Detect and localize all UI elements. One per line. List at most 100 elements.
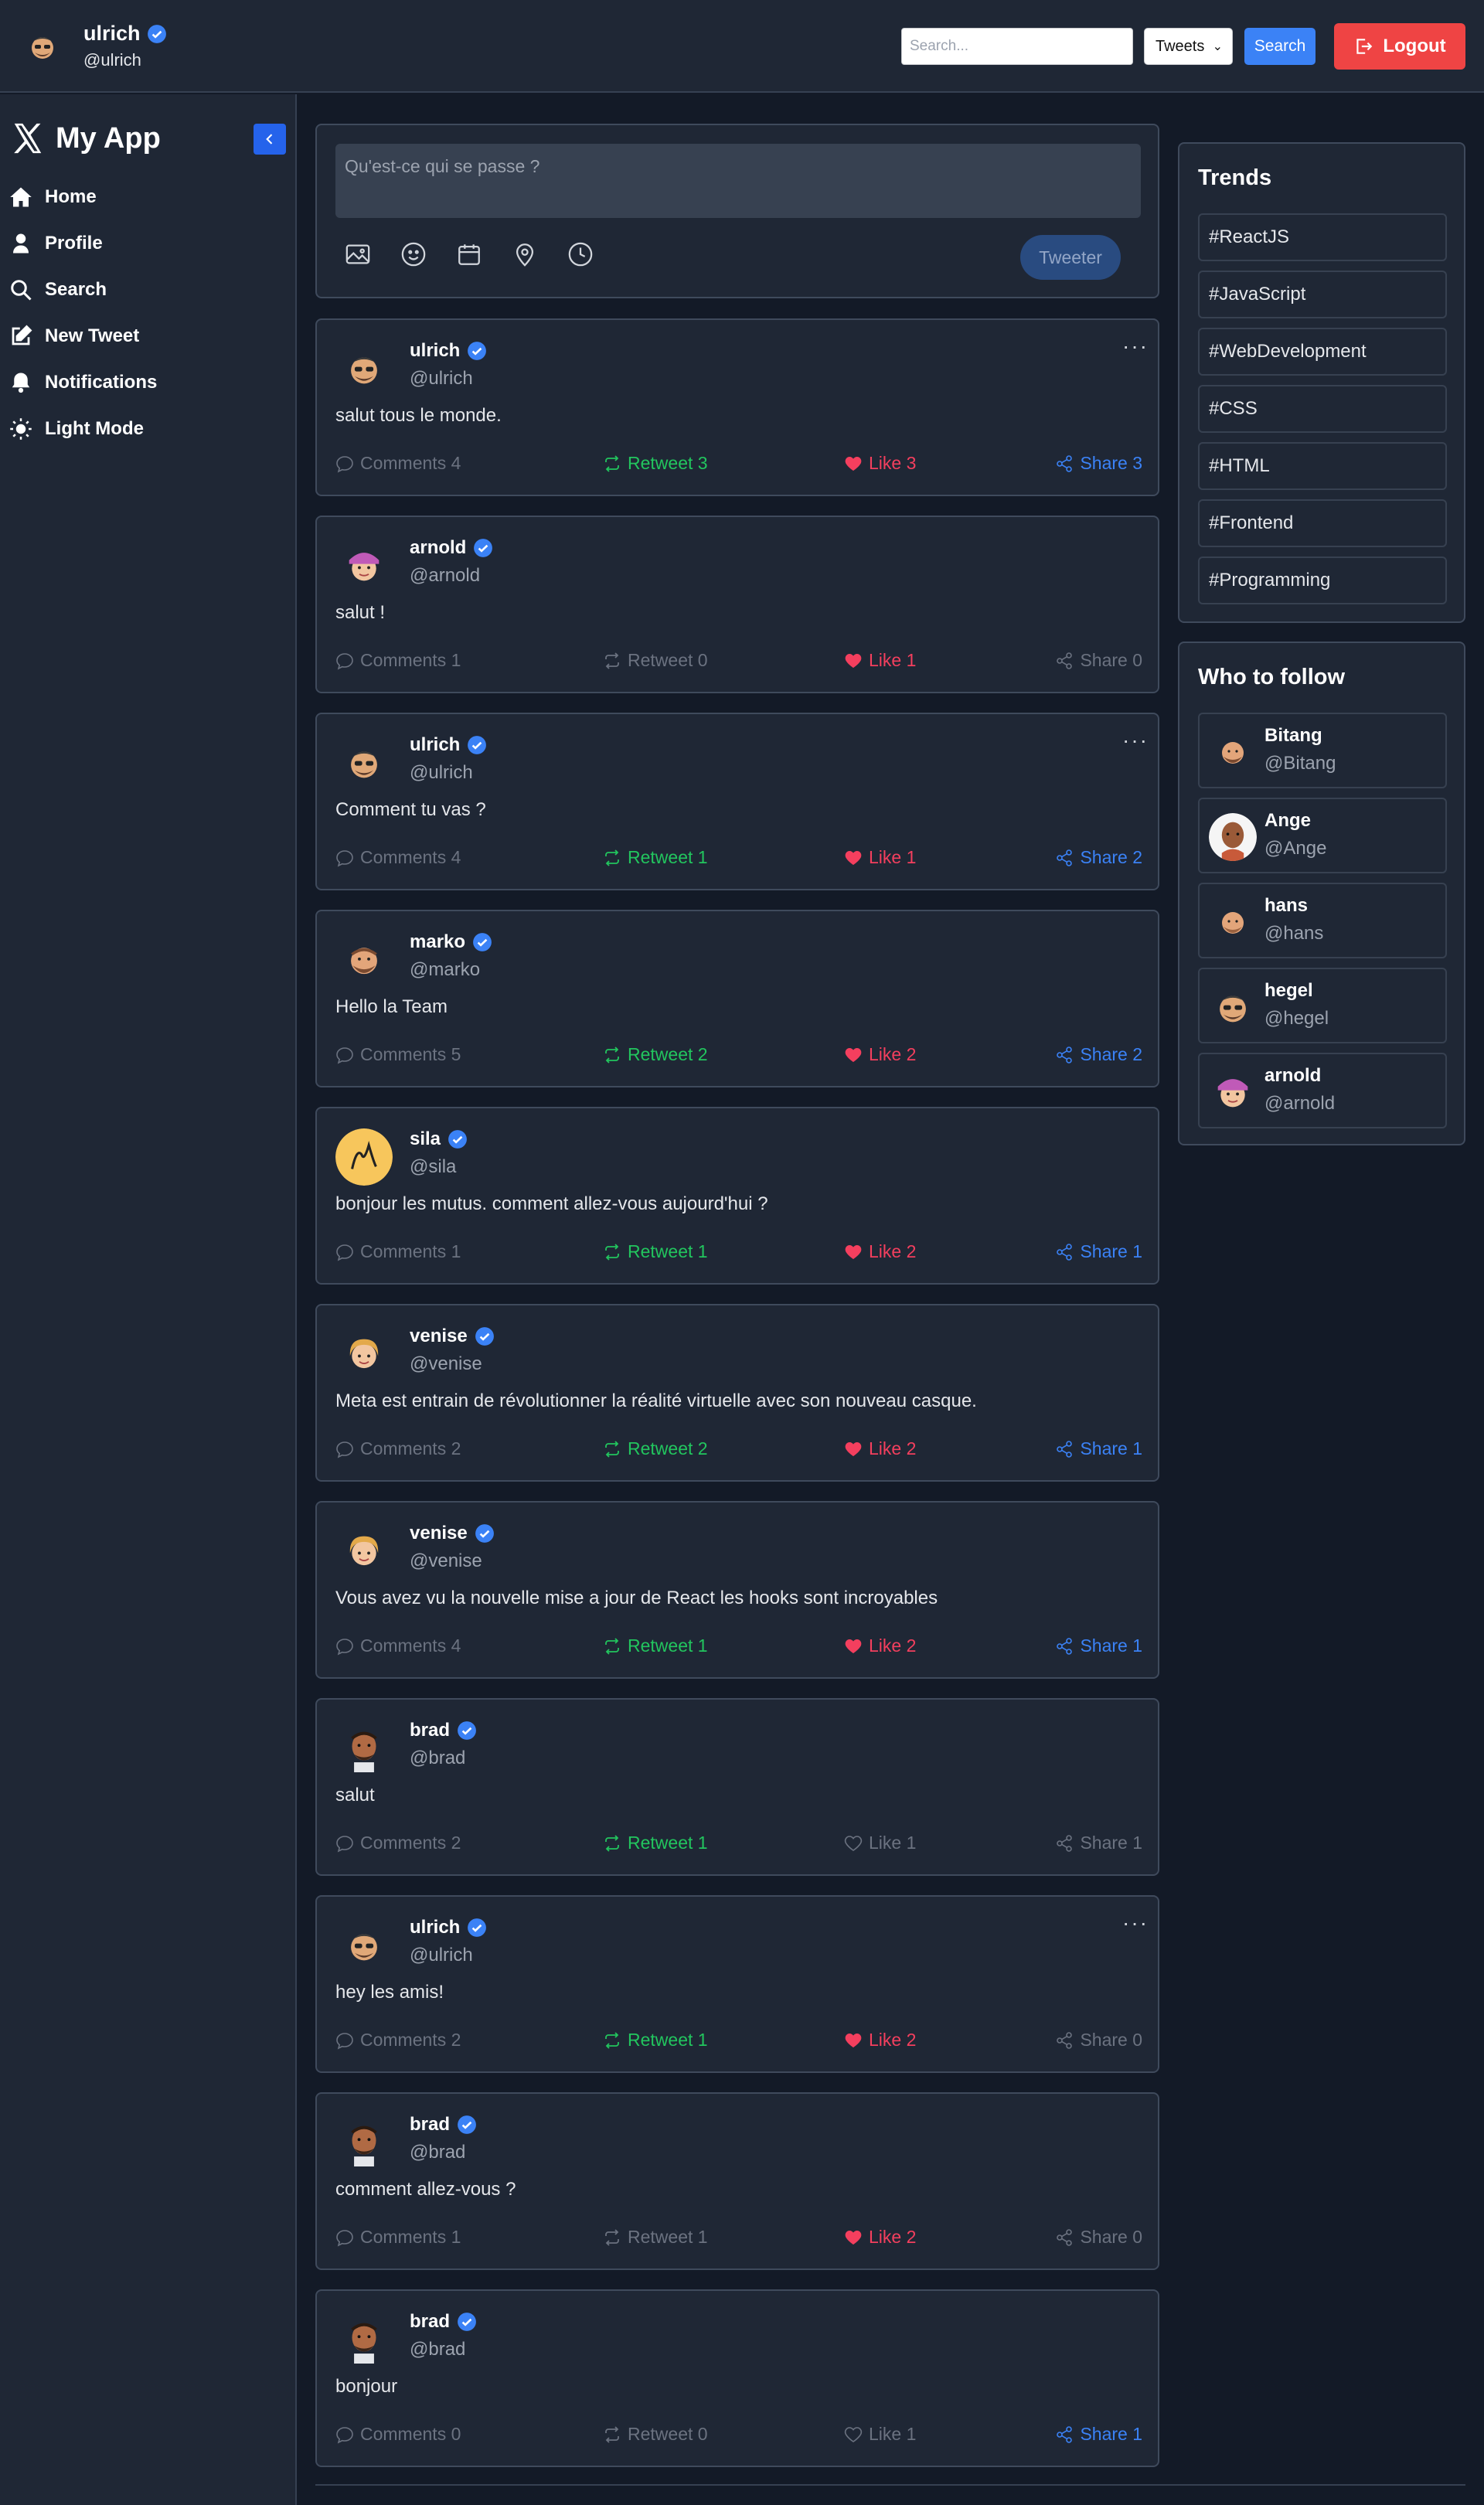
retweet-button[interactable]: Retweet 3 — [603, 453, 708, 474]
avatar[interactable] — [335, 1523, 393, 1580]
clock-icon[interactable] — [567, 241, 594, 267]
tweet-author-name[interactable]: brad — [410, 1720, 450, 1741]
header-avatar[interactable] — [17, 23, 68, 70]
avatar[interactable] — [335, 1720, 393, 1777]
image-icon[interactable] — [345, 241, 371, 267]
avatar[interactable] — [335, 1917, 393, 1974]
tweet-author-name[interactable]: marko — [410, 931, 465, 953]
avatar[interactable] — [1209, 898, 1257, 946]
comments-button[interactable]: Comments 2 — [335, 2030, 461, 2051]
comments-button[interactable]: Comments 1 — [335, 1241, 461, 1262]
comments-button[interactable]: Comments 5 — [335, 1044, 461, 1065]
retweet-button[interactable]: Retweet 1 — [603, 1635, 708, 1656]
like-button[interactable]: Like 1 — [844, 2424, 916, 2445]
search-input[interactable] — [901, 28, 1133, 65]
comments-button[interactable]: Comments 4 — [335, 453, 461, 474]
more-options-icon[interactable]: ··· — [1122, 1911, 1149, 1935]
comments-button[interactable]: Comments 2 — [335, 1438, 461, 1459]
avatar[interactable] — [1209, 983, 1257, 1031]
tweet-card[interactable]: ulrich @ulrich ··· salut tous le monde. Comm… — [315, 318, 1159, 496]
emoji-icon[interactable] — [400, 241, 427, 267]
calendar-icon[interactable] — [456, 241, 482, 267]
share-button[interactable]: Share 1 — [1055, 1635, 1142, 1656]
tweet-card[interactable]: venise @venise Meta est entrain de révolut… — [315, 1304, 1159, 1482]
retweet-button[interactable]: Retweet 2 — [603, 1438, 708, 1459]
share-button[interactable]: Share 1 — [1055, 1438, 1142, 1459]
trend-item[interactable]: #Frontend — [1198, 499, 1447, 547]
share-button[interactable]: Share 3 — [1055, 453, 1142, 474]
retweet-button[interactable]: Retweet 1 — [603, 2227, 708, 2248]
avatar[interactable] — [335, 537, 393, 594]
avatar[interactable] — [1209, 728, 1257, 776]
tweet-author-name[interactable]: sila — [410, 1128, 441, 1150]
tweet-card[interactable]: marko @marko Hello la Team Comments 5 Retwee… — [315, 910, 1159, 1087]
comments-button[interactable]: Comments 0 — [335, 2424, 461, 2445]
like-button[interactable]: Like 1 — [844, 650, 916, 671]
search-button[interactable]: Search — [1244, 28, 1316, 65]
like-button[interactable]: Like 2 — [844, 1044, 916, 1065]
share-button[interactable]: Share 1 — [1055, 1833, 1142, 1853]
retweet-button[interactable]: Retweet 2 — [603, 1044, 708, 1065]
trend-item[interactable]: #JavaScript — [1198, 271, 1447, 318]
follow-suggestion[interactable]: Ange @Ange — [1198, 798, 1447, 873]
avatar[interactable] — [335, 2311, 393, 2368]
share-button[interactable]: Share 2 — [1055, 1044, 1142, 1065]
more-options-icon[interactable]: ··· — [1122, 728, 1149, 753]
tweet-author-name[interactable]: brad — [410, 2114, 450, 2136]
tweet-author-name[interactable]: venise — [410, 1523, 468, 1544]
retweet-button[interactable]: Retweet 0 — [603, 650, 708, 671]
comments-button[interactable]: Comments 2 — [335, 1833, 461, 1853]
share-button[interactable]: Share 0 — [1055, 2030, 1142, 2051]
share-button[interactable]: Share 2 — [1055, 847, 1142, 868]
tweet-author-name[interactable]: ulrich — [410, 734, 460, 756]
sidebar-item-new-tweet[interactable]: New Tweet — [9, 313, 157, 359]
like-button[interactable]: Like 2 — [844, 1635, 916, 1656]
tweet-card[interactable]: ulrich @ulrich ··· hey les amis! Comments 2 R… — [315, 1895, 1159, 2073]
sidebar-item-search[interactable]: Search — [9, 267, 157, 313]
search-type-select[interactable]: Tweets ⌄ — [1144, 28, 1233, 65]
tweet-author-name[interactable]: brad — [410, 2311, 450, 2333]
retweet-button[interactable]: Retweet 0 — [603, 2424, 708, 2445]
avatar[interactable] — [335, 1326, 393, 1383]
follow-suggestion[interactable]: hans @hans — [1198, 883, 1447, 958]
tweet-author-name[interactable]: ulrich — [410, 340, 460, 362]
more-options-icon[interactable]: ··· — [1122, 334, 1149, 359]
share-button[interactable]: Share 0 — [1055, 650, 1142, 671]
tweet-card[interactable]: brad @brad bonjour Comments 0 Retweet 0 Like … — [315, 2289, 1159, 2467]
avatar[interactable] — [1209, 1068, 1257, 1116]
tweet-card[interactable]: venise @venise Vous avez vu la nouvelle mi… — [315, 1501, 1159, 1679]
location-icon[interactable] — [512, 241, 538, 267]
app-logo[interactable]: My App — [9, 121, 161, 156]
tweet-card[interactable]: brad @brad comment allez-vous ? Comments 1 R… — [315, 2092, 1159, 2270]
retweet-button[interactable]: Retweet 1 — [603, 1833, 708, 1853]
sidebar-item-light-mode[interactable]: Light Mode — [9, 406, 157, 452]
avatar[interactable] — [1209, 813, 1257, 861]
logout-button[interactable]: Logout — [1334, 23, 1465, 70]
retweet-button[interactable]: Retweet 1 — [603, 847, 708, 868]
retweet-button[interactable]: Retweet 1 — [603, 2030, 708, 2051]
share-button[interactable]: Share 0 — [1055, 2227, 1142, 2248]
like-button[interactable]: Like 1 — [844, 847, 916, 868]
follow-suggestion[interactable]: Bitang @Bitang — [1198, 713, 1447, 788]
sidebar-item-home[interactable]: Home — [9, 174, 157, 220]
avatar[interactable] — [335, 734, 393, 791]
tweet-author-name[interactable]: venise — [410, 1326, 468, 1347]
comments-button[interactable]: Comments 4 — [335, 1635, 461, 1656]
like-button[interactable]: Like 2 — [844, 1241, 916, 1262]
comments-button[interactable]: Comments 1 — [335, 650, 461, 671]
tweet-author-name[interactable]: arnold — [410, 537, 466, 559]
avatar[interactable] — [335, 931, 393, 989]
like-button[interactable]: Like 2 — [844, 1438, 916, 1459]
tweet-author-name[interactable]: ulrich — [410, 1917, 460, 1938]
share-button[interactable]: Share 1 — [1055, 1241, 1142, 1262]
tweet-submit-button[interactable]: Tweeter — [1020, 235, 1121, 280]
avatar[interactable] — [335, 2114, 393, 2171]
trend-item[interactable]: #HTML — [1198, 442, 1447, 490]
trend-item[interactable]: #WebDevelopment — [1198, 328, 1447, 376]
collapse-sidebar-button[interactable] — [254, 124, 286, 155]
retweet-button[interactable]: Retweet 1 — [603, 1241, 708, 1262]
sidebar-item-profile[interactable]: Profile — [9, 220, 157, 267]
sidebar-item-notifications[interactable]: Notifications — [9, 359, 157, 406]
like-button[interactable]: Like 3 — [844, 453, 916, 474]
like-button[interactable]: Like 2 — [844, 2030, 916, 2051]
